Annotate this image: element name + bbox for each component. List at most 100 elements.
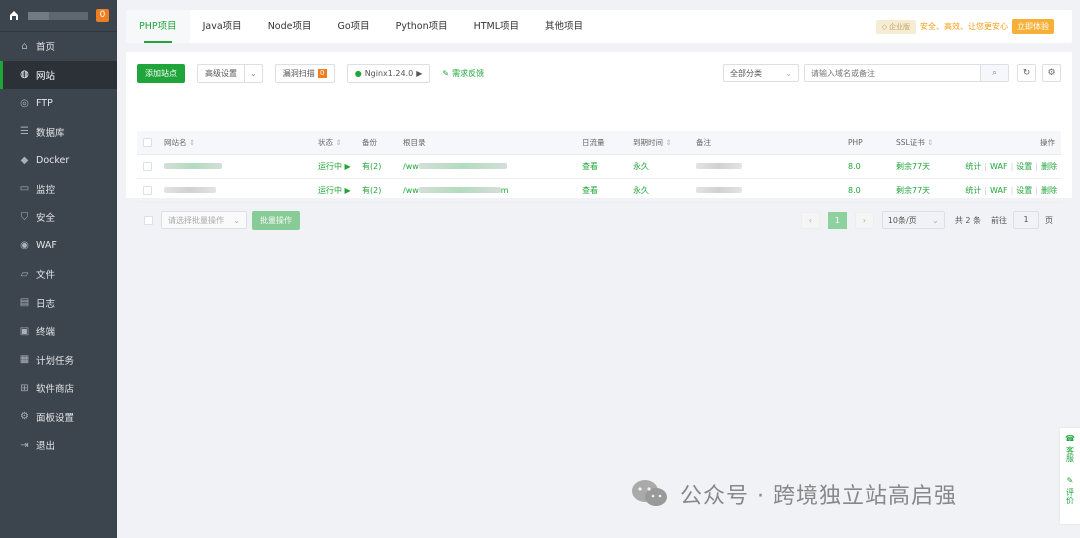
sidebar-item-home[interactable]: ⌂ 首页 xyxy=(0,32,117,61)
try-now-button[interactable]: 立即体验 xyxy=(1012,19,1054,34)
sidebar-item-monitor[interactable]: ▭ 监控 xyxy=(0,175,117,204)
batch-select[interactable]: 请选择批量操作 ⌄ xyxy=(161,211,247,229)
sidebar-item-label: 面板设置 xyxy=(36,412,75,424)
sidebar-item-database[interactable]: ☰ 数据库 xyxy=(0,118,117,147)
play-icon: ▶ xyxy=(416,68,423,78)
delete-link[interactable]: 删除 xyxy=(1041,162,1057,171)
site-panel: 添加站点 高级设置 ⌄ 漏洞扫描 0 ● Nginx1.24.0 ▶ ✎ 需求反馈 全… xyxy=(126,52,1072,230)
page-number[interactable]: 1 xyxy=(827,211,847,229)
promo-text: 安全、高效、让您更安心 xyxy=(920,22,1008,31)
root-dir-text: /ww xyxy=(403,185,419,195)
advanced-settings-dropdown[interactable]: 高级设置 ⌄ xyxy=(197,63,263,83)
col-name[interactable]: 网站名 ⇕ xyxy=(164,131,318,155)
sidebar-item-logout[interactable]: ⇥ 退出 xyxy=(0,431,117,460)
col-expire[interactable]: 到期时间 ⇕ xyxy=(633,131,696,155)
ssl-status[interactable]: 剩余77天 xyxy=(896,154,960,179)
note-cell[interactable] xyxy=(696,178,848,203)
next-page-button[interactable]: › xyxy=(854,211,874,229)
row-checkbox[interactable] xyxy=(143,161,152,171)
sidebar-item-cron[interactable]: ▦ 计划任务 xyxy=(0,346,117,375)
sidebar-item-logs[interactable]: ▤ 日志 xyxy=(0,289,117,318)
log-icon: ▤ xyxy=(19,297,30,309)
waf-link[interactable]: WAF xyxy=(990,162,1008,171)
sidebar-item-panel-settings[interactable]: ⚙ 面板设置 xyxy=(0,403,117,432)
sidebar-item-website[interactable]: ◍ 网站 xyxy=(0,60,117,89)
status-cell[interactable]: 运行中 ▶ xyxy=(318,178,362,203)
sidebar-item-files[interactable]: ▱ 文件 xyxy=(0,260,117,289)
delete-link[interactable]: 删除 xyxy=(1041,186,1057,195)
prev-page-button[interactable]: ‹ xyxy=(800,211,820,229)
row-checkbox[interactable] xyxy=(143,185,152,195)
tab-php[interactable]: PHP项目 xyxy=(126,10,190,43)
feedback-link[interactable]: 需求反馈 xyxy=(452,68,484,79)
wechat-icon xyxy=(632,480,667,506)
search-icon[interactable]: ⌕ xyxy=(980,65,1008,81)
settings-link[interactable]: 设置 xyxy=(1016,186,1032,195)
root-dir-link[interactable]: /ww m xyxy=(403,178,582,203)
note-redacted xyxy=(696,163,742,169)
page-size-select[interactable]: 10条/页 ⌄ xyxy=(881,211,945,229)
notification-badge[interactable]: 0 xyxy=(96,9,109,22)
tab-other[interactable]: 其他项目 xyxy=(532,10,596,43)
root-dir-link[interactable]: /ww xyxy=(403,154,582,179)
review-button[interactable]: ✎ 评价 xyxy=(1065,476,1076,504)
site-name-redacted[interactable] xyxy=(164,187,216,193)
php-version[interactable]: 8.0 xyxy=(848,178,896,203)
sort-icon: ⇕ xyxy=(335,137,342,147)
sidebar-item-store[interactable]: ⊞ 软件商店 xyxy=(0,374,117,403)
sidebar-header: 0 xyxy=(0,0,117,32)
stats-link[interactable]: 统计 xyxy=(965,186,981,195)
search-input[interactable] xyxy=(805,68,980,78)
note-cell[interactable] xyxy=(696,154,848,179)
tab-python[interactable]: Python项目 xyxy=(383,10,461,43)
sidebar-item-label: 监控 xyxy=(36,184,56,196)
sidebar: 0 ⌂ 首页 ◍ 网站 ◎ FTP ☰ 数据库 ◆ Docker ▭ 监控 ⛉ 安全 ◉ WAF… xyxy=(0,0,117,538)
nginx-button[interactable]: ● Nginx1.24.0 ▶ xyxy=(346,63,431,83)
status-cell[interactable]: 运行中 ▶ xyxy=(318,154,362,179)
sidebar-item-terminal[interactable]: ▣ 终端 xyxy=(0,317,117,346)
col-ssl-label: SSL证书 xyxy=(896,137,925,147)
tab-go[interactable]: Go项目 xyxy=(324,10,382,43)
sort-icon: ⇕ xyxy=(665,137,672,147)
tab-html[interactable]: HTML项目 xyxy=(461,10,532,43)
col-ssl[interactable]: SSL证书 ⇕ xyxy=(896,131,960,155)
ssl-status[interactable]: 剩余77天 xyxy=(896,178,960,203)
vuln-scan-button[interactable]: 漏洞扫描 0 xyxy=(274,63,335,83)
settings-link[interactable]: 设置 xyxy=(1016,162,1032,171)
settings-button[interactable]: ⚙ xyxy=(1042,64,1061,82)
home-icon: ⌂ xyxy=(21,40,28,52)
footer-checkbox[interactable] xyxy=(144,215,153,225)
sidebar-item-label: 退出 xyxy=(36,441,56,453)
tab-node[interactable]: Node项目 xyxy=(255,10,325,43)
php-version[interactable]: 8.0 xyxy=(848,154,896,179)
stats-link[interactable]: 统计 xyxy=(965,162,981,171)
refresh-button[interactable]: ↻ xyxy=(1017,64,1036,82)
edit-icon: ✎ xyxy=(1066,476,1074,485)
ops-cell: 统计 | WAF | 设置 | 删除 xyxy=(960,154,1061,179)
sidebar-item-ftp[interactable]: ◎ FTP xyxy=(0,89,117,118)
gear-icon: ⚙ xyxy=(1047,68,1056,78)
tab-java[interactable]: Java项目 xyxy=(190,10,255,43)
customer-service-button[interactable]: ☎ 客服 xyxy=(1065,434,1076,462)
nginx-status-icon: ● xyxy=(354,68,362,78)
goto-page-input[interactable]: 1 xyxy=(1013,211,1039,229)
waf-link[interactable]: WAF xyxy=(990,186,1008,195)
col-status[interactable]: 状态 ⇕ xyxy=(318,131,362,155)
traffic-link[interactable]: 查看 xyxy=(582,178,633,203)
backup-link[interactable]: 有(2) xyxy=(362,154,403,179)
category-select[interactable]: 全部分类 ⌄ xyxy=(723,64,799,82)
sidebar-item-label: 日志 xyxy=(36,298,56,310)
batch-button[interactable]: 批量操作 xyxy=(252,210,300,230)
expire-value[interactable]: 永久 xyxy=(633,178,696,203)
expire-value[interactable]: 永久 xyxy=(633,154,696,179)
select-all-checkbox[interactable] xyxy=(143,138,152,147)
backup-link[interactable]: 有(2) xyxy=(362,178,403,203)
table-footer: 请选择批量操作 ⌄ 批量操作 ‹ 1 › 10条/页 ⌄ 共 2 条 前往 1 页 xyxy=(137,210,1061,230)
sidebar-item-waf[interactable]: ◉ WAF xyxy=(0,232,117,261)
site-name-redacted[interactable] xyxy=(164,163,222,169)
traffic-link[interactable]: 查看 xyxy=(582,154,633,179)
add-site-button[interactable]: 添加站点 xyxy=(137,63,185,83)
sidebar-item-docker[interactable]: ◆ Docker xyxy=(0,146,117,175)
sidebar-item-security[interactable]: ⛉ 安全 xyxy=(0,203,117,232)
sort-icon: ⇕ xyxy=(927,137,934,147)
